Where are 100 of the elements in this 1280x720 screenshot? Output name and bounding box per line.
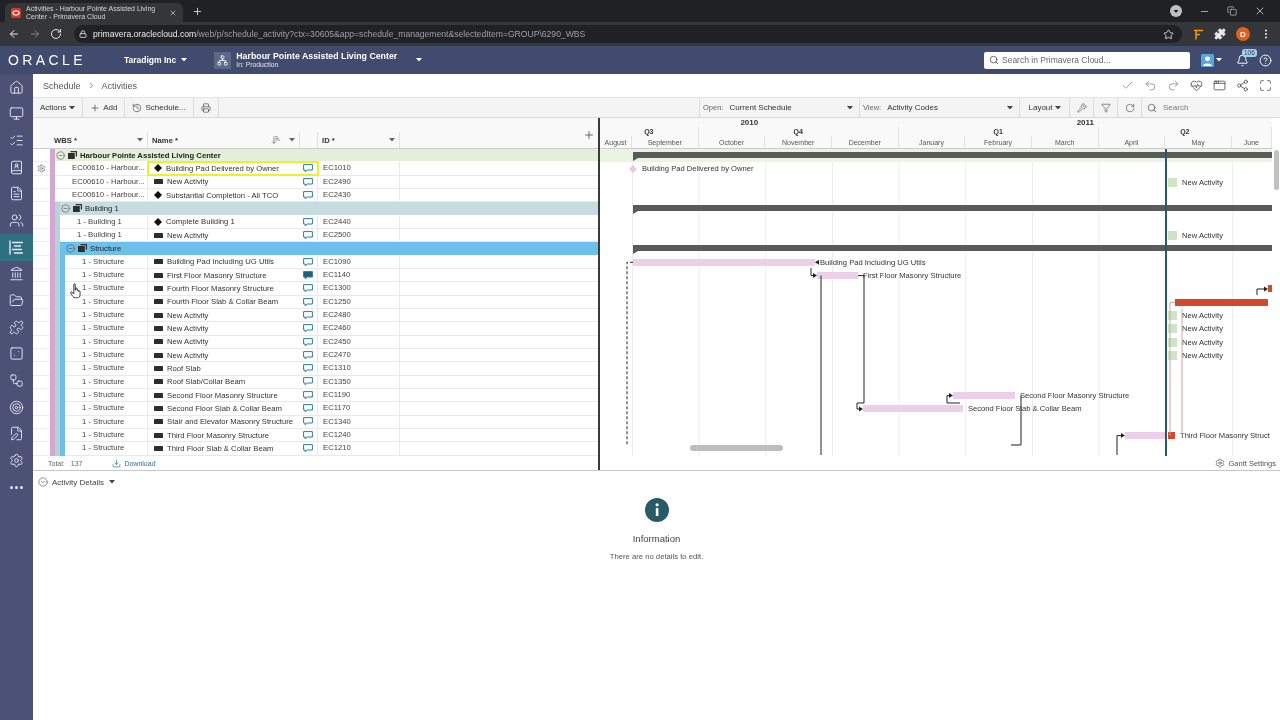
comment-icon[interactable]: [303, 297, 313, 306]
comment-icon[interactable]: [303, 177, 313, 187]
comment-icon[interactable]: [303, 417, 313, 426]
schedule-button[interactable]: Schedule...: [125, 98, 194, 117]
caret-icon[interactable]: [416, 58, 423, 62]
diamond-icon: [154, 191, 162, 200]
settings-icon: [1215, 458, 1226, 468]
caret-icon: [69, 105, 76, 110]
info-icon: [644, 498, 669, 522]
restore-icon[interactable]: [1227, 6, 1237, 16]
caret-icon[interactable]: [289, 138, 295, 142]
comment-icon[interactable]: [303, 377, 313, 386]
home-icon: [9, 79, 24, 95]
f-shape-icon[interactable]: [1193, 28, 1204, 40]
search-field[interactable]: Search: [1142, 98, 1280, 117]
comment-icon[interactable]: [303, 390, 313, 400]
comment-icon[interactable]: [303, 190, 313, 200]
layout-button[interactable]: Layout: [1019, 98, 1069, 117]
comment-icon[interactable]: [303, 270, 313, 280]
lock-icon: [79, 30, 87, 38]
forward-icon[interactable]: [29, 28, 41, 40]
comment-icon[interactable]: [303, 337, 313, 346]
refresh-icon[interactable]: [1124, 102, 1135, 113]
bar-icon: [154, 325, 163, 331]
fullscreen-icon[interactable]: [1259, 79, 1272, 92]
window-icon[interactable]: [1213, 79, 1226, 92]
puzzle-icon[interactable]: [1214, 28, 1226, 40]
horizontal-scrollbar[interactable]: [690, 444, 783, 451]
organization-menu[interactable]: Taradigm Inc: [124, 55, 188, 65]
stacked-folders-icon: [73, 204, 82, 213]
comment-icon[interactable]: [303, 284, 313, 293]
help-icon[interactable]: [1259, 53, 1272, 67]
comment-icon[interactable]: [303, 430, 313, 440]
heart-pulse-icon[interactable]: [1190, 79, 1203, 92]
breadcrumb-link[interactable]: Schedule: [43, 80, 81, 91]
comment-icon[interactable]: [303, 217, 313, 227]
undo-icon[interactable]: [1144, 79, 1157, 92]
collapse-icon[interactable]: [66, 243, 75, 253]
reload-icon[interactable]: [50, 28, 62, 40]
task-bar: [953, 392, 1015, 400]
dropdown-circle-icon[interactable]: [1170, 5, 1182, 17]
details-menu[interactable]: Activity Details: [52, 477, 115, 487]
add-button[interactable]: Add: [83, 98, 126, 117]
sidebar-item[interactable]: [0, 233, 33, 261]
vertical-scrollbar[interactable]: [1273, 150, 1279, 190]
bar-icon: [154, 365, 163, 371]
users-icon: [9, 213, 24, 229]
bar-icon: [154, 392, 163, 398]
share-icon[interactable]: [1236, 79, 1249, 92]
comment-icon[interactable]: [303, 404, 313, 413]
actions-button[interactable]: Actions: [33, 98, 84, 117]
caret-icon[interactable]: [389, 138, 395, 142]
caret-icon[interactable]: [1216, 58, 1222, 62]
star-icon[interactable]: [1163, 28, 1174, 40]
comment-icon[interactable]: [303, 324, 313, 333]
comment-icon[interactable]: [303, 350, 313, 360]
bell-icon[interactable]: [1236, 53, 1249, 67]
sort-icon[interactable]: [271, 135, 281, 145]
close-icon[interactable]: [169, 8, 177, 17]
new-tab-icon[interactable]: [192, 5, 203, 17]
bar-icon: [154, 272, 163, 278]
redo-icon[interactable]: [1167, 79, 1180, 92]
comment-icon[interactable]: [303, 257, 313, 267]
dice-icon: [9, 346, 24, 362]
bar-icon: [154, 259, 163, 265]
search-icon: [989, 55, 999, 65]
diagram-icon: [9, 373, 24, 389]
bar-icon: [154, 299, 163, 305]
user-icon[interactable]: [1201, 53, 1214, 67]
profile-avatar[interactable]: D: [1236, 27, 1250, 41]
caret-icon[interactable]: [137, 138, 143, 142]
collapse-icon[interactable]: [61, 203, 70, 213]
logo[interactable]: ORACLE: [8, 52, 86, 68]
filter-icon[interactable]: [1100, 102, 1111, 113]
check-icon[interactable]: [1121, 79, 1134, 92]
document-edit-icon: [9, 426, 24, 442]
target-icon: [9, 399, 24, 415]
gear-icon[interactable]: [37, 164, 46, 173]
wrench-icon[interactable]: [1076, 102, 1087, 113]
plus-icon[interactable]: [583, 129, 595, 141]
comment-icon[interactable]: [303, 444, 313, 453]
close-icon[interactable]: [1254, 5, 1266, 17]
breadcrumb-link[interactable]: Activities: [101, 80, 138, 91]
collapse-icon[interactable]: [56, 150, 65, 160]
view-dropdown[interactable]: Activity Codes: [887, 98, 1019, 117]
comment-icon[interactable]: [303, 230, 313, 240]
chevron-circle-icon[interactable]: [38, 477, 48, 487]
comment-icon[interactable]: [303, 164, 313, 173]
address-bar[interactable]: primavera.oraclecloud.com/web/p/schedule_activity?ctx=30605&app=schedule_management&selectedItem=GROUP\6290_WBS: [74, 25, 1182, 43]
clock-icon: [132, 102, 143, 113]
bar-icon: [154, 312, 163, 318]
project-name[interactable]: Harbour Pointe Assisted Living Center: [236, 51, 398, 62]
year-label: 2010: [739, 118, 760, 127]
search-field[interactable]: Search in Primavera Cloud...: [984, 51, 1190, 69]
bar-icon: [154, 179, 163, 185]
comment-icon[interactable]: [303, 364, 313, 373]
schedule-dropdown[interactable]: Current Schedule: [729, 98, 859, 117]
comment-icon[interactable]: [303, 310, 313, 320]
back-icon[interactable]: [8, 28, 20, 40]
info-heading: Information: [632, 533, 681, 544]
